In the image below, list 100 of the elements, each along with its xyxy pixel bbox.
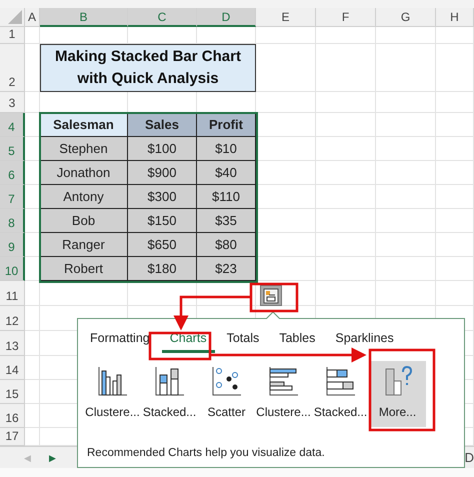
table-cell: Antony	[40, 185, 128, 209]
worksheet-cell[interactable]	[436, 233, 474, 257]
table-cell: $180	[128, 257, 197, 281]
chart-option[interactable]: More...	[369, 361, 426, 427]
worksheet-cell[interactable]	[316, 161, 376, 185]
worksheet-cell[interactable]	[25, 27, 40, 44]
worksheet-cell[interactable]	[316, 137, 376, 161]
worksheet-cell[interactable]	[316, 27, 376, 44]
sheet-nav-arrow[interactable]: ▶	[49, 452, 56, 462]
worksheet-cell[interactable]	[436, 44, 474, 92]
table-header-cell: Salesman	[40, 113, 128, 137]
worksheet-cell[interactable]	[316, 92, 376, 113]
column-header[interactable]: G	[376, 8, 436, 27]
worksheet-cell[interactable]	[316, 113, 376, 137]
worksheet-cell[interactable]	[376, 257, 436, 281]
chart-option[interactable]: Clustere...	[84, 361, 141, 427]
row-header[interactable]: 10	[0, 257, 25, 281]
worksheet-cell[interactable]	[376, 161, 436, 185]
worksheet-cell[interactable]	[376, 92, 436, 113]
scatter-chart-icon	[210, 365, 244, 397]
worksheet-cell[interactable]	[316, 281, 376, 306]
bar-chart-icon	[266, 365, 300, 397]
chart-option[interactable]: Scatter	[198, 361, 255, 427]
row-header[interactable]: 6	[0, 161, 25, 185]
column-header[interactable]: F	[316, 8, 376, 27]
row-header[interactable]: 13	[0, 331, 25, 356]
stacked-column-chart-icon	[152, 365, 186, 397]
select-all-icon[interactable]	[8, 10, 22, 24]
table-cell: Jonathon	[40, 161, 128, 185]
table-cell: $100	[128, 137, 197, 161]
worksheet-cell[interactable]	[376, 27, 436, 44]
worksheet-cell[interactable]	[376, 233, 436, 257]
table-cell: $650	[128, 233, 197, 257]
worksheet-cell[interactable]	[25, 404, 40, 428]
table-cell: $150	[128, 209, 197, 233]
column-header[interactable]: B	[40, 8, 128, 27]
row-header[interactable]: 8	[0, 209, 25, 233]
quick-analysis-button[interactable]	[260, 285, 282, 306]
row-header[interactable]: 1	[0, 27, 25, 44]
row-header[interactable]: 16	[0, 404, 25, 428]
worksheet-cell[interactable]	[436, 161, 474, 185]
panel-tab[interactable]: Sparklines	[327, 329, 402, 353]
worksheet-cell[interactable]	[256, 27, 316, 44]
panel-tab[interactable]: Totals	[218, 329, 268, 353]
worksheet-cell[interactable]	[376, 44, 436, 92]
chart-option[interactable]: Stacked...	[312, 361, 369, 427]
panel-tab[interactable]: Tables	[271, 329, 324, 353]
worksheet-cell[interactable]	[316, 185, 376, 209]
chart-option[interactable]: Stacked...	[141, 361, 198, 427]
table-cell: $40	[197, 161, 256, 185]
worksheet-cell[interactable]	[25, 306, 40, 331]
worksheet-cell[interactable]	[316, 257, 376, 281]
row-header[interactable]: 5	[0, 137, 25, 161]
row-header[interactable]: 2	[0, 44, 25, 92]
worksheet-cell[interactable]	[436, 27, 474, 44]
row-header[interactable]: 11	[0, 281, 25, 306]
row-header[interactable]: 9	[0, 233, 25, 257]
highlight-box	[250, 282, 298, 312]
column-header[interactable]: H	[436, 8, 474, 27]
worksheet-cell[interactable]	[316, 44, 376, 92]
worksheet-cell[interactable]	[436, 185, 474, 209]
table-cell: Stephen	[40, 137, 128, 161]
worksheet-cell[interactable]	[436, 209, 474, 233]
panel-tab[interactable]: Charts	[162, 329, 215, 353]
panel-tab[interactable]: Formatting	[82, 329, 158, 353]
column-header[interactable]: C	[128, 8, 197, 27]
worksheet-cell[interactable]	[316, 233, 376, 257]
worksheet-cell[interactable]	[376, 281, 436, 306]
worksheet-cell[interactable]	[436, 113, 474, 137]
worksheet-cell[interactable]	[316, 209, 376, 233]
worksheet-cell[interactable]	[436, 281, 474, 306]
worksheet-cell[interactable]	[25, 380, 40, 404]
worksheet-cell[interactable]	[25, 92, 40, 113]
row-header[interactable]: 4	[0, 113, 25, 137]
worksheet-cell[interactable]	[25, 331, 40, 356]
worksheet-cell[interactable]	[436, 92, 474, 113]
worksheet-cell[interactable]	[376, 209, 436, 233]
table-cell: $80	[197, 233, 256, 257]
row-header[interactable]: 3	[0, 92, 25, 113]
row-header[interactable]: 17	[0, 428, 25, 446]
row-header[interactable]: 15	[0, 380, 25, 404]
column-header[interactable]: A	[25, 8, 40, 27]
worksheet-cell[interactable]	[256, 92, 316, 113]
worksheet-cell[interactable]	[256, 281, 316, 306]
worksheet-cell[interactable]	[376, 185, 436, 209]
row-header[interactable]: 12	[0, 306, 25, 331]
worksheet-cell[interactable]	[376, 137, 436, 161]
worksheet-cell[interactable]	[376, 113, 436, 137]
chart-option[interactable]: Clustere...	[255, 361, 312, 427]
row-header[interactable]: 14	[0, 356, 25, 380]
worksheet-cell[interactable]	[25, 356, 40, 380]
worksheet-cell[interactable]	[436, 257, 474, 281]
worksheet-cell[interactable]	[436, 137, 474, 161]
sheet-tab[interactable]: D	[464, 450, 474, 465]
row-header[interactable]: 7	[0, 185, 25, 209]
worksheet-cell[interactable]	[25, 281, 40, 306]
sheet-title: Making Stacked Bar Chart with Quick Analysis	[40, 44, 256, 92]
column-header[interactable]: E	[256, 8, 316, 27]
column-header[interactable]: D	[197, 8, 256, 27]
column-chart-icon	[96, 365, 130, 397]
